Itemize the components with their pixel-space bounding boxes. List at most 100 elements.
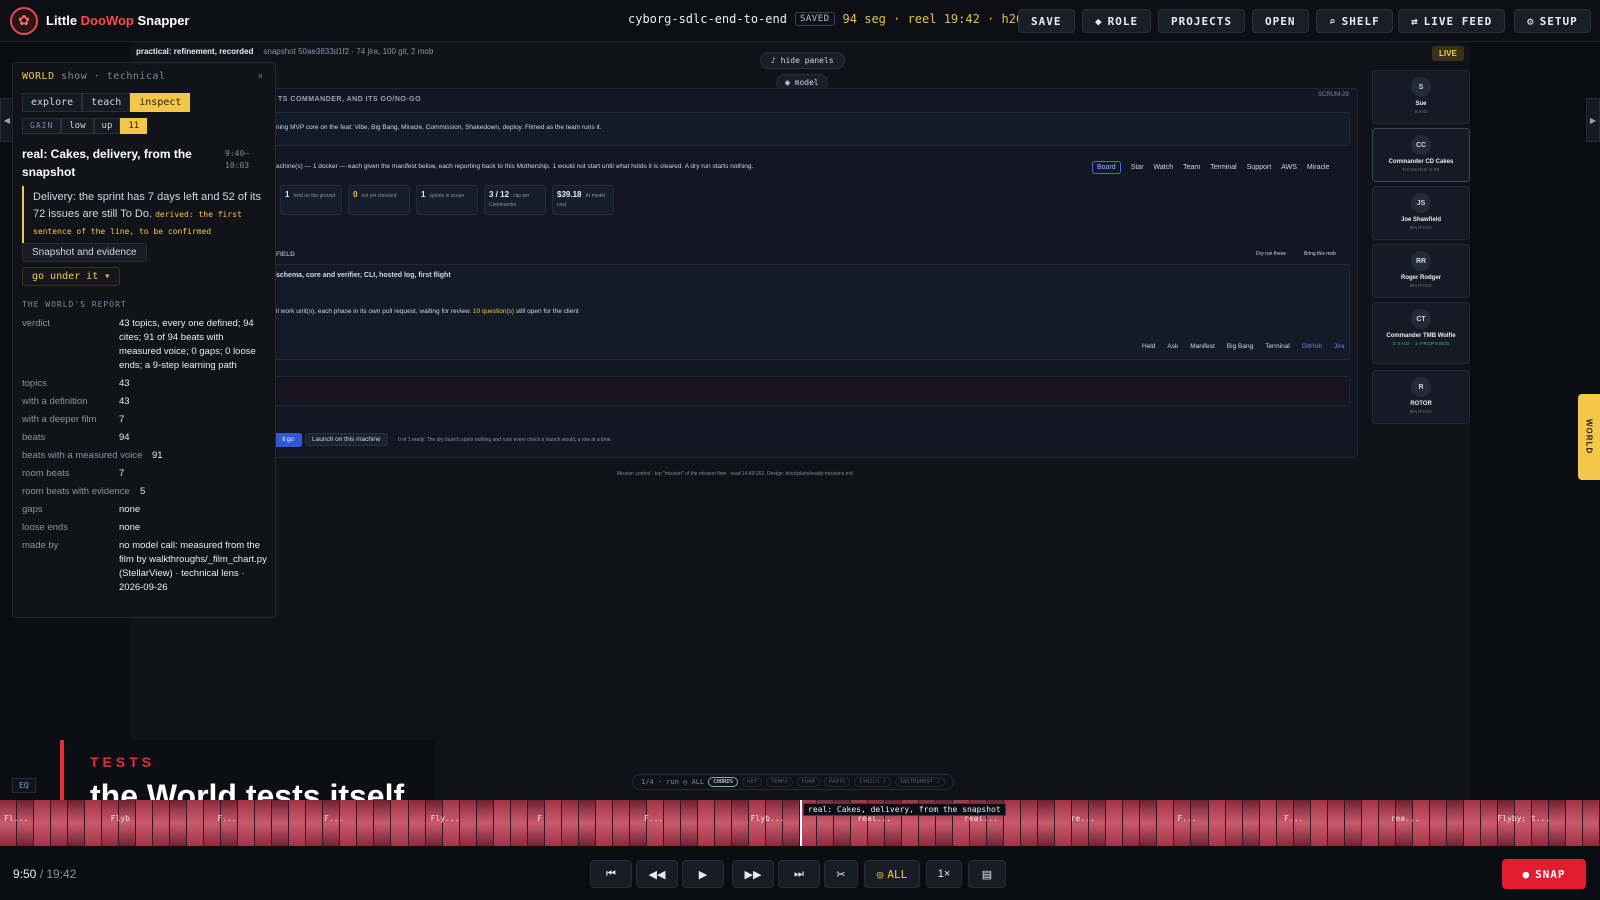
tab-aws[interactable]: AWS [1281, 164, 1297, 171]
timeline-segment[interactable] [646, 800, 663, 846]
timeline-segment[interactable] [1463, 800, 1480, 846]
gain-up[interactable]: up [93, 118, 121, 134]
timeline-segment[interactable] [731, 800, 748, 846]
timeline-segment[interactable] [476, 800, 493, 846]
timeline-segment[interactable] [357, 800, 374, 846]
timeline-segment[interactable] [629, 800, 646, 846]
projects-button[interactable]: PROJECTS [1158, 9, 1245, 33]
ask-link[interactable]: Ask [1167, 343, 1178, 350]
manifest-link[interactable]: Manifest [1190, 343, 1215, 350]
cast-card[interactable]: R ROTOR WAITING [1372, 370, 1470, 424]
timeline-segment[interactable] [1497, 800, 1514, 846]
close-icon[interactable]: × [258, 71, 263, 81]
tab-support[interactable]: Support [1247, 164, 1272, 171]
timeline-segment[interactable] [102, 800, 119, 846]
timeline-segment[interactable] [1378, 800, 1395, 846]
timeline-segment[interactable] [782, 800, 799, 846]
bring-mob-button[interactable]: Bring this mob [1304, 251, 1336, 257]
timeline-segment[interactable] [153, 800, 170, 846]
tab-board[interactable]: Board [1092, 161, 1121, 174]
timeline-segment[interactable] [493, 800, 510, 846]
timeline-segment[interactable] [187, 800, 204, 846]
playhead[interactable] [800, 800, 802, 846]
timeline-segment[interactable] [17, 800, 34, 846]
timeline-segment[interactable] [1582, 800, 1599, 846]
timeline-segment[interactable] [1225, 800, 1242, 846]
cast-card[interactable]: CT Commander TMB Wolfie 3 SAID · 2 PROPOSE… [1372, 302, 1470, 364]
timeline-segment[interactable] [1395, 800, 1412, 846]
timeline-segment[interactable] [170, 800, 187, 846]
chip-lyrics[interactable]: LYRICS ♪ [854, 777, 891, 787]
timeline-segment[interactable] [272, 800, 289, 846]
timeline-segment[interactable] [1531, 800, 1548, 846]
live-feed-button[interactable]: ⇄ LIVE FEED [1398, 9, 1506, 33]
timeline-segment[interactable] [442, 800, 459, 846]
terminal-link[interactable]: Terminal [1265, 343, 1290, 350]
timeline-segment[interactable] [0, 800, 17, 846]
eq-button[interactable]: EQ [12, 778, 36, 793]
timeline-segment[interactable] [238, 800, 255, 846]
chip-instrument[interactable]: INSTRUMENT ♫ [894, 777, 945, 787]
timeline-segment[interactable] [323, 800, 340, 846]
timeline-segment[interactable] [714, 800, 731, 846]
tab-team[interactable]: Team [1183, 164, 1200, 171]
world-tab[interactable]: WORLD [1578, 394, 1600, 480]
chip-key[interactable]: KEY [742, 777, 763, 787]
timeline-segment[interactable] [1293, 800, 1310, 846]
gain-11[interactable]: 11 [120, 118, 148, 134]
timeline-segment[interactable] [340, 800, 357, 846]
cast-card[interactable]: JS Joe Shawfield WAITING [1372, 186, 1470, 240]
timeline-segment[interactable] [1089, 800, 1106, 846]
tab-miracle[interactable]: Miracle [1307, 164, 1330, 171]
timeline-segment[interactable] [1514, 800, 1531, 846]
cast-card[interactable]: RR Roger Rodger WAITING [1372, 244, 1470, 298]
timeline-segment[interactable] [697, 800, 714, 846]
snap-button[interactable]: ● SNAP [1502, 859, 1586, 889]
chip-chords[interactable]: CHORDS [708, 777, 739, 787]
speed-button[interactable]: 1× [926, 860, 962, 888]
mode-inspect[interactable]: inspect [130, 93, 191, 112]
timeline-segment[interactable] [595, 800, 612, 846]
timeline-segment[interactable] [1157, 800, 1174, 846]
timeline-segment[interactable] [1548, 800, 1565, 846]
timeline-segment[interactable] [1412, 800, 1429, 846]
timeline-segment[interactable] [459, 800, 476, 846]
jira-link[interactable]: Jira [1334, 343, 1344, 350]
tab-star[interactable]: Star [1131, 164, 1144, 171]
timeline-segment[interactable] [408, 800, 425, 846]
go-under-button[interactable]: go under it ▾ [22, 267, 121, 286]
timeline-segment[interactable] [1327, 800, 1344, 846]
timeline-segment[interactable] [527, 800, 544, 846]
timeline-segment[interactable] [255, 800, 272, 846]
right-collapse-arrow[interactable]: ▶ [1586, 98, 1600, 142]
go-button[interactable]: it go [274, 433, 302, 447]
timeline-segment[interactable] [1123, 800, 1140, 846]
timeline-segment[interactable] [1259, 800, 1276, 846]
timeline-segment[interactable] [680, 800, 697, 846]
timeline-segment[interactable] [221, 800, 238, 846]
timeline-segment[interactable] [748, 800, 765, 846]
timeline-segment[interactable] [1191, 800, 1208, 846]
gain-low[interactable]: low [61, 118, 94, 134]
timeline-segment[interactable] [391, 800, 408, 846]
timeline-segment[interactable] [510, 800, 527, 846]
timeline-segment[interactable] [306, 800, 323, 846]
scope-button[interactable]: ◎ ALL [864, 860, 920, 888]
timeline-segment[interactable] [612, 800, 629, 846]
open-button[interactable]: OPEN [1252, 9, 1309, 33]
timeline-segment[interactable] [1344, 800, 1361, 846]
chip-form[interactable]: FORM [796, 777, 820, 787]
timeline-segment[interactable] [289, 800, 306, 846]
mode-explore[interactable]: explore [22, 93, 83, 112]
chip-parts[interactable]: PARTS [823, 777, 851, 787]
timeline-segment[interactable] [204, 800, 221, 846]
timeline-segment[interactable] [663, 800, 680, 846]
skip-start-button[interactable]: ⏮ [590, 860, 632, 888]
timeline-segment[interactable] [1208, 800, 1225, 846]
cast-card[interactable]: S Sue SAID [1372, 70, 1470, 124]
timeline-segment[interactable] [136, 800, 153, 846]
timeline-segment[interactable] [85, 800, 102, 846]
timeline-segment[interactable] [374, 800, 391, 846]
rewind-button[interactable]: ◀◀ [636, 860, 678, 888]
big-bang-link[interactable]: Big Bang [1227, 343, 1253, 350]
